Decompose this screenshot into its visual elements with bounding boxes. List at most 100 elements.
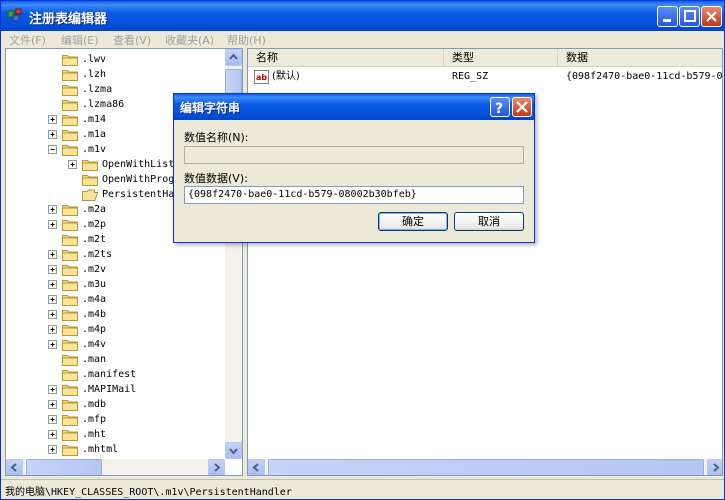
tree-item-label: .MAPIMail: [82, 384, 137, 395]
collapse-icon[interactable]: [48, 145, 57, 154]
help-button[interactable]: ?: [490, 97, 510, 117]
status-bar: 我的电脑\HKEY_CLASSES_ROOT\.m1v\PersistentHa…: [1, 479, 724, 499]
list-hscroll-thumb[interactable]: [268, 459, 704, 475]
folder-icon: [62, 444, 78, 456]
tree-item[interactable]: .m4p: [6, 322, 225, 337]
tree-item-label: .m3u: [82, 279, 107, 290]
expand-icon[interactable]: [48, 115, 57, 124]
dialog-title-bar[interactable]: 编辑字符串 ?: [174, 94, 534, 120]
regedit-window: 注册表编辑器 文件(F) 编辑(E) 查看(V) 收藏夹(A) 帮助(H) .l…: [0, 0, 725, 500]
folder-icon: [62, 129, 78, 141]
tree-item[interactable]: .m4v: [6, 337, 225, 352]
menu-help[interactable]: 帮助(H): [227, 32, 266, 47]
expand-icon[interactable]: [48, 250, 57, 259]
tree-item-label: PersistentHan: [102, 189, 181, 200]
menu-view[interactable]: 查看(V): [113, 32, 151, 47]
title-bar[interactable]: 注册表编辑器: [1, 1, 724, 31]
regedit-app-icon: [7, 8, 22, 22]
column-data-header[interactable]: 数据: [558, 49, 722, 67]
tree-scroll-right-button[interactable]: [208, 459, 225, 475]
cancel-button[interactable]: 取消: [454, 212, 524, 231]
tree-scroll-left-button[interactable]: [6, 459, 23, 475]
close-icon: [706, 11, 717, 22]
tree-item[interactable]: .lzh: [6, 67, 225, 82]
column-type-header[interactable]: 类型: [444, 49, 558, 67]
tree-scroll-up-button[interactable]: [225, 49, 242, 66]
tree-item[interactable]: .man: [6, 352, 225, 367]
tree-item[interactable]: .m4b: [6, 307, 225, 322]
expand-icon[interactable]: [48, 325, 57, 334]
folder-icon: [62, 219, 78, 231]
tree-item[interactable]: .m4a: [6, 292, 225, 307]
menu-edit[interactable]: 编辑(E): [61, 32, 99, 47]
folder-icon: [62, 144, 78, 156]
folder-icon: [62, 294, 78, 306]
dialog-close-button[interactable]: [512, 97, 532, 117]
tree-hscroll-thumb[interactable]: [26, 459, 102, 475]
tree-item-label: .mdb: [82, 399, 107, 410]
expand-icon[interactable]: [48, 430, 57, 439]
tree-item-label: .m2ts: [82, 249, 113, 260]
maximize-button[interactable]: [679, 6, 700, 27]
arrow-left-icon: [10, 463, 17, 472]
tree-item[interactable]: .MAPIMail: [6, 382, 225, 397]
tree-item[interactable]: .mhtml: [6, 442, 225, 457]
expand-icon[interactable]: [48, 400, 57, 409]
list-horizontal-scrollbar[interactable]: [248, 459, 722, 475]
expand-icon[interactable]: [68, 160, 77, 169]
tree-item[interactable]: .mht: [6, 427, 225, 442]
list-item[interactable]: ab (默认) REG_SZ {098f2470-bae0-11cd-b579-…: [248, 69, 723, 85]
value-data: {098f2470-bae0-11cd-b579-08002b30bfeb}: [566, 71, 723, 82]
list-scroll-right-button[interactable]: [707, 459, 722, 475]
expand-icon[interactable]: [48, 415, 57, 424]
question-icon: ?: [495, 101, 503, 116]
value-name: (默认): [272, 71, 300, 82]
status-path: 我的电脑\HKEY_CLASSES_ROOT\.m1v\PersistentHa…: [5, 487, 292, 498]
expand-icon[interactable]: [48, 310, 57, 319]
arrow-right-icon: [214, 463, 221, 472]
menu-file[interactable]: 文件(F): [9, 32, 46, 47]
expand-icon[interactable]: [48, 445, 57, 454]
minimize-icon: [663, 19, 671, 22]
folder-icon: [62, 339, 78, 351]
expand-icon[interactable]: [48, 130, 57, 139]
folder-icon: [62, 249, 78, 261]
column-name-header[interactable]: 名称: [248, 49, 444, 67]
list-header: 名称 类型 数据: [248, 49, 722, 67]
close-button[interactable]: [701, 6, 722, 27]
tree-item[interactable]: .mfp: [6, 412, 225, 427]
tree-item[interactable]: .manifest: [6, 367, 225, 382]
arrow-left-icon: [252, 463, 259, 472]
tree-item-label: .m4v: [82, 339, 107, 350]
tree-item-label: .m2a: [82, 204, 107, 215]
value-data-field[interactable]: {098f2470-bae0-11cd-b579-08002b30bfeb}: [184, 186, 524, 204]
value-type: REG_SZ: [452, 71, 489, 82]
expand-icon[interactable]: [48, 295, 57, 304]
arrow-down-icon: [229, 448, 238, 455]
expand-icon[interactable]: [48, 280, 57, 289]
tree-item[interactable]: .m3u: [6, 277, 225, 292]
folder-icon: [62, 84, 78, 96]
list-scroll-left-button[interactable]: [248, 459, 265, 475]
tree-item[interactable]: .lwv: [6, 52, 225, 67]
expand-icon[interactable]: [48, 265, 57, 274]
expand-icon[interactable]: [48, 220, 57, 229]
folder-icon: [62, 369, 78, 381]
tree-item[interactable]: .mdb: [6, 397, 225, 412]
menu-favorites[interactable]: 收藏夹(A): [165, 32, 214, 47]
expand-icon[interactable]: [48, 205, 57, 214]
window-title: 注册表编辑器: [29, 12, 108, 27]
tree-item-label: .m2t: [82, 234, 107, 245]
folder-icon: [62, 54, 78, 66]
tree-scroll-down-button[interactable]: [225, 442, 242, 459]
minimize-button[interactable]: [657, 6, 678, 27]
tree-item-label: .m4p: [82, 324, 107, 335]
tree-item[interactable]: .m2v: [6, 262, 225, 277]
expand-icon[interactable]: [48, 385, 57, 394]
expand-icon[interactable]: [48, 340, 57, 349]
tree-item[interactable]: .m2ts: [6, 247, 225, 262]
ok-button[interactable]: 确定: [378, 212, 448, 231]
tree-horizontal-scrollbar[interactable]: [6, 459, 225, 475]
folder-icon: [62, 264, 78, 276]
arrow-right-icon: [713, 463, 720, 472]
